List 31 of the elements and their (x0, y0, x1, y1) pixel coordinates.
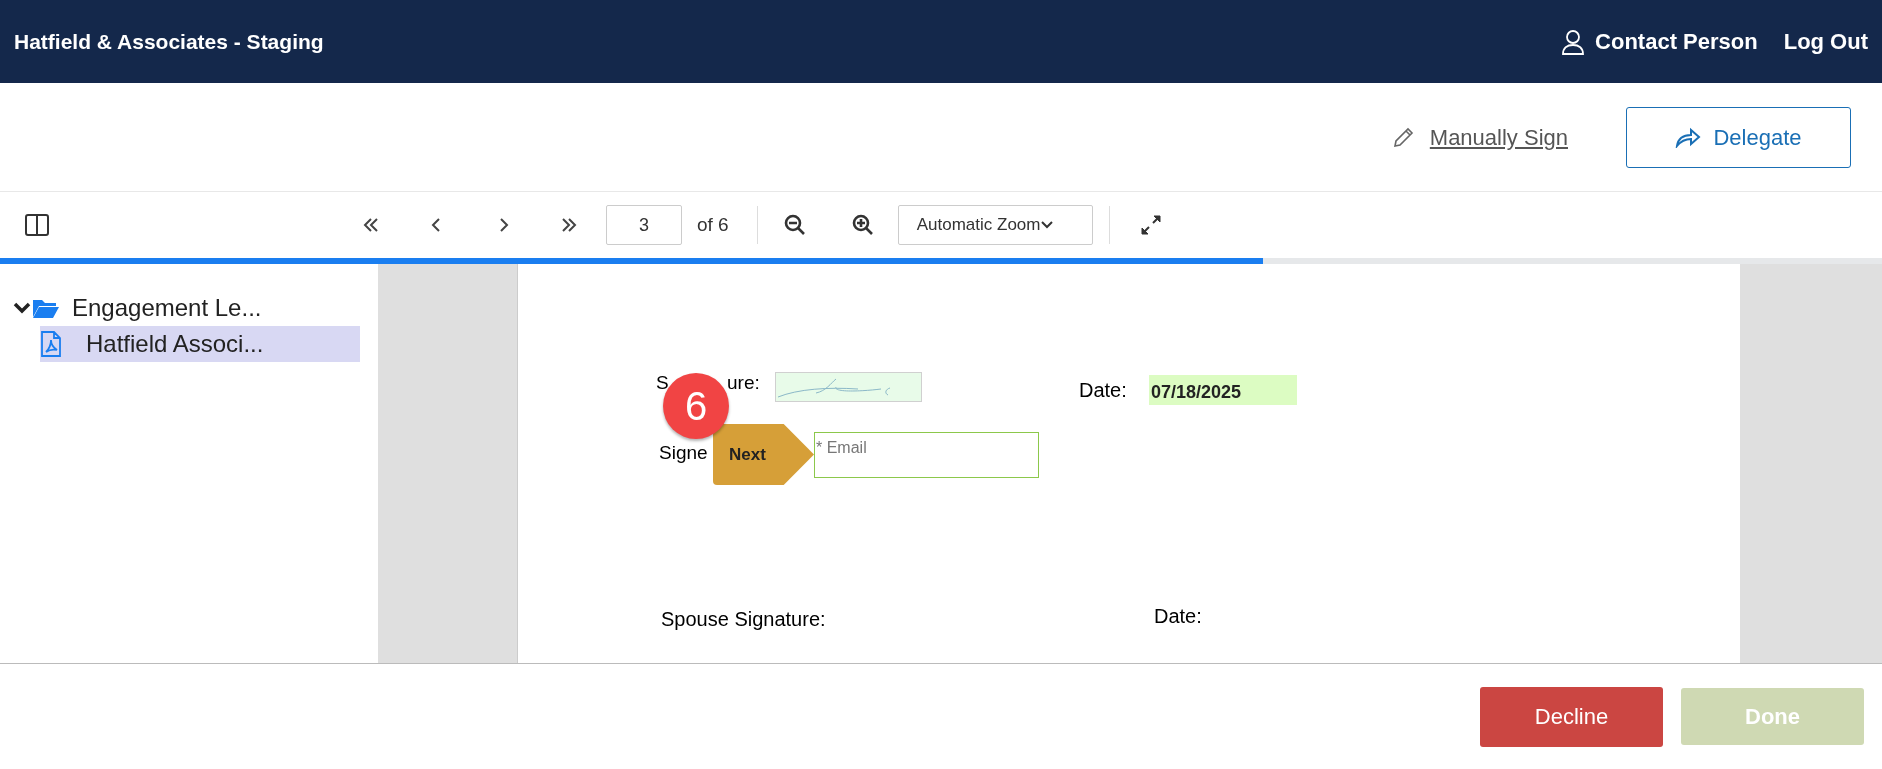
zoom-dropdown[interactable]: Automatic Zoom (897, 205, 1093, 245)
delegate-button[interactable]: Delegate (1626, 106, 1851, 168)
folder-icon (32, 297, 60, 319)
form-label: Signe (659, 442, 708, 464)
chevron-down-icon[interactable] (12, 301, 32, 315)
tree-item[interactable]: Engagement Le... (0, 290, 378, 326)
form-label: Date: (1079, 378, 1127, 403)
form-label: Spouse Signature: (661, 607, 826, 632)
user-icon (1561, 28, 1586, 55)
date-field[interactable]: 07/18/2025 (1149, 375, 1297, 405)
pencil-icon (1391, 125, 1416, 149)
email-field[interactable]: * Email (814, 432, 1039, 478)
manually-sign-link[interactable]: Manually Sign (1391, 120, 1568, 154)
next-tag[interactable]: Next (713, 424, 814, 485)
decline-button[interactable]: Decline (1480, 686, 1663, 747)
tree-item-label: Hatfield Associ... (86, 329, 264, 359)
page-count: of 6 (697, 212, 729, 237)
pdf-file-icon (40, 331, 62, 357)
form-label: ure: (727, 372, 760, 394)
double-chevron-left-icon (362, 216, 380, 234)
app-title: Hatfield & Associates - Staging (14, 28, 324, 55)
tree-item[interactable]: Hatfield Associ... (40, 326, 360, 362)
chevron-down-icon (1040, 220, 1055, 230)
page-number-field[interactable]: 3 (606, 205, 682, 245)
double-chevron-right-icon (560, 216, 578, 234)
tree-item-label: Engagement Le... (72, 293, 262, 323)
sidebar-toggle-button[interactable] (24, 212, 50, 238)
contact-person-link[interactable]: Contact Person (1561, 25, 1758, 58)
form-label: Date: (1154, 604, 1202, 629)
share-arrow-icon (1675, 126, 1702, 148)
logout-link[interactable]: Log Out (1783, 25, 1868, 58)
